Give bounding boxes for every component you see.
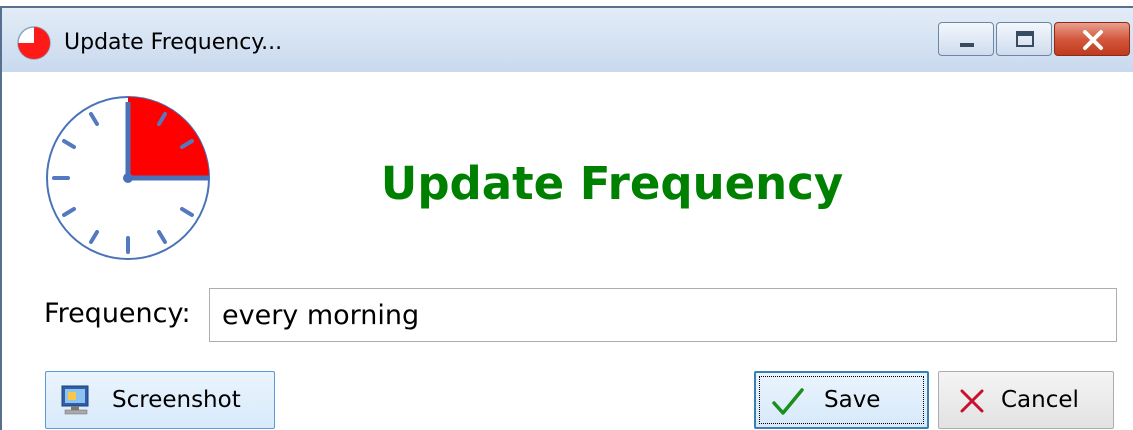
screenshot-label: Screenshot <box>112 387 241 413</box>
cancel-label: Cancel <box>1001 387 1079 413</box>
checkmark-icon <box>772 388 804 415</box>
save-label: Save <box>824 387 881 413</box>
close-button[interactable] <box>1054 22 1130 56</box>
title-bar[interactable]: Update Frequency... <box>2 6 1133 72</box>
minimize-icon <box>960 43 974 47</box>
dialog-window: Update Frequency... Update Frequency Fre… <box>0 6 1133 430</box>
x-icon <box>960 389 984 413</box>
screenshot-button[interactable]: Screenshot <box>45 371 275 429</box>
frequency-label: Frequency: <box>44 298 191 329</box>
clock-icon <box>46 96 210 260</box>
restore-button[interactable] <box>996 22 1052 56</box>
restore-icon <box>1016 31 1034 47</box>
window-title: Update Frequency... <box>64 30 283 55</box>
save-button[interactable]: Save <box>754 371 929 429</box>
frequency-input[interactable] <box>209 288 1117 342</box>
close-icon <box>1083 30 1103 50</box>
monitor-icon <box>61 385 89 415</box>
cancel-button[interactable]: Cancel <box>938 371 1114 429</box>
clock-pie-icon <box>17 26 51 60</box>
minimize-button[interactable] <box>938 22 994 56</box>
page-title: Update Frequency <box>380 157 844 210</box>
